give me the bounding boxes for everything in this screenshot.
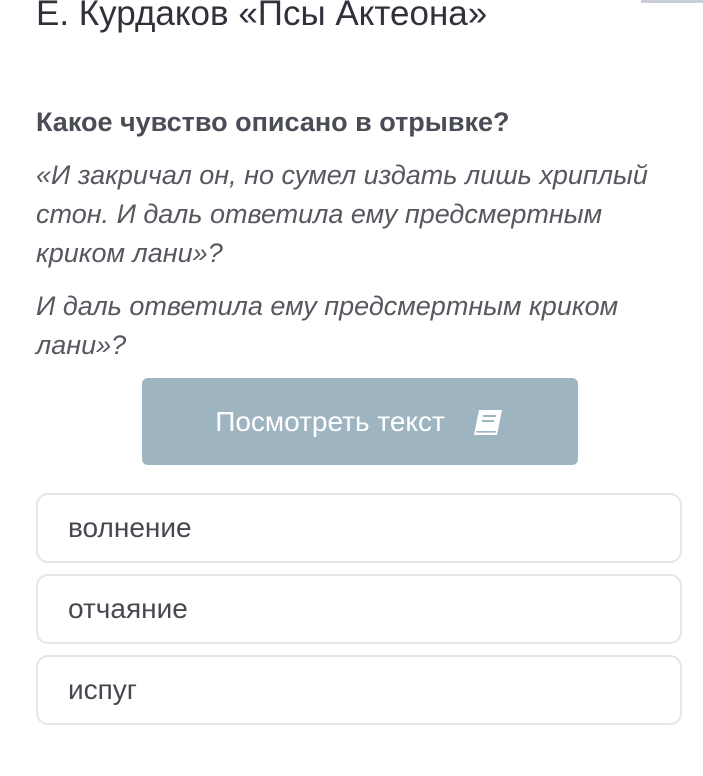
view-text-label: Посмотреть текст bbox=[215, 405, 445, 437]
question-quote: «И закричал он, но сумел издать лишь хри… bbox=[36, 160, 648, 268]
answer-option[interactable]: отчаяние bbox=[36, 574, 682, 644]
answer-option[interactable]: волнение bbox=[36, 493, 682, 563]
top-accent-bar bbox=[641, 0, 703, 3]
question-text: Какое чувство описано в отрывке? bbox=[36, 107, 510, 137]
page-title: Е. Курдаков «Псы Актеона» bbox=[36, 0, 488, 33]
book-icon bbox=[473, 409, 502, 435]
view-text-button[interactable]: Посмотреть текст bbox=[142, 378, 578, 465]
question-quote-repeat: И даль ответила ему предсмертным криком … bbox=[36, 291, 619, 360]
answer-option[interactable]: испуг bbox=[36, 655, 682, 725]
